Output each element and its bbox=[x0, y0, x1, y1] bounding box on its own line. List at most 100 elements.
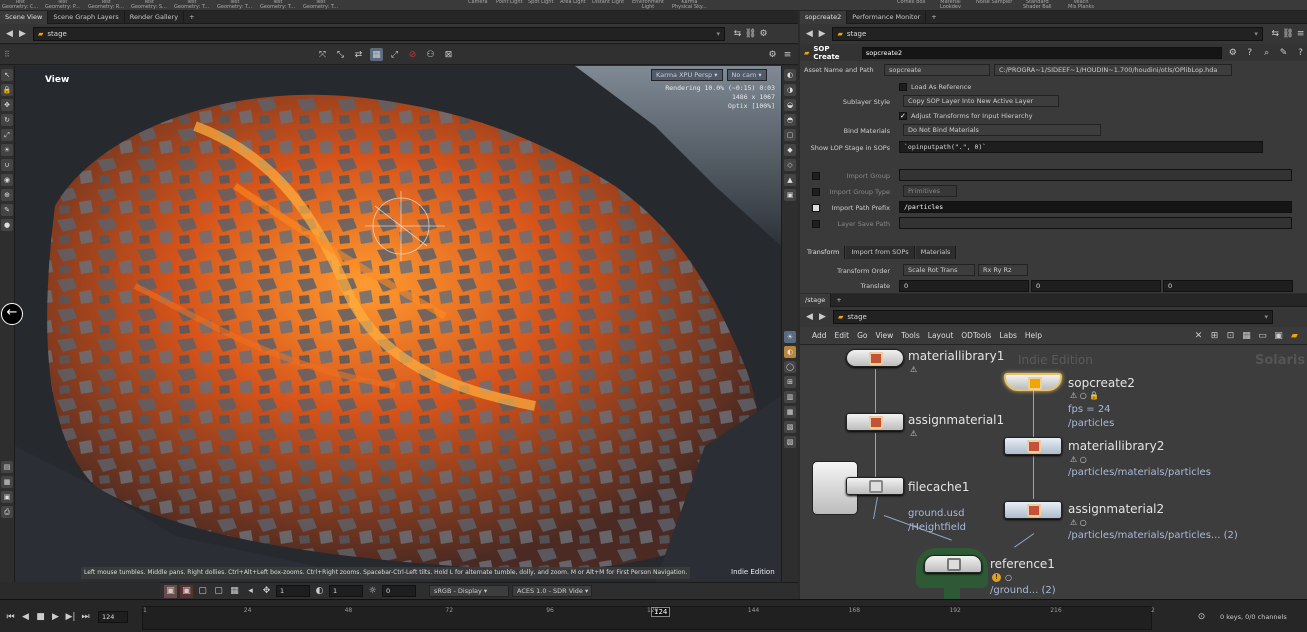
transform-tool-icon[interactable]: ⇄ bbox=[352, 48, 365, 61]
snapshot-b-icon[interactable]: ▣ bbox=[180, 584, 193, 598]
node-reference1[interactable] bbox=[924, 555, 982, 573]
pencil-icon[interactable]: ✎ bbox=[1277, 46, 1290, 59]
toggle-icon-9[interactable]: ▣ bbox=[784, 189, 796, 201]
snapshot-a-icon[interactable]: ▣ bbox=[164, 584, 177, 598]
timeline-track[interactable]: 1 24 1 24 48 72 96 120 144 168 192 216 2 bbox=[142, 606, 1155, 630]
toggle-icon-3[interactable]: ◒ bbox=[784, 99, 796, 111]
help-icon[interactable]: ? bbox=[1243, 46, 1256, 59]
menu-help[interactable]: Help bbox=[1025, 331, 1042, 340]
adjust-transforms-checkbox[interactable]: ✓ bbox=[899, 112, 907, 120]
camera-dropdown[interactable]: No cam ▾ bbox=[726, 69, 767, 81]
snapshot-c-icon[interactable]: ▢ bbox=[196, 585, 209, 598]
shadow-toggle-icon[interactable]: ◐ bbox=[784, 346, 796, 358]
prev-arrow-icon[interactable]: ← bbox=[1, 303, 23, 325]
menu-layout[interactable]: Layout bbox=[928, 331, 954, 340]
node-materiallibrary1[interactable] bbox=[846, 349, 904, 367]
add-tab-button[interactable]: + bbox=[831, 294, 846, 307]
shelf-tool[interactable]: Test Geometry: T... bbox=[303, 0, 338, 10]
sphere-icon[interactable]: ● bbox=[1, 219, 13, 231]
renderer-dropdown[interactable]: Karma XPU Persp ▾ bbox=[651, 69, 723, 81]
path-field[interactable]: ▰ stage ▾ bbox=[833, 310, 1273, 324]
scene-viewport[interactable]: View Karma XPU Persp ▾ No cam ▾ Renderin… bbox=[15, 66, 781, 582]
shelf-tool[interactable]: Test Geometry: C... bbox=[2, 0, 38, 10]
view-icon[interactable]: ▤ bbox=[1, 461, 13, 473]
sticky-icon[interactable]: ▭ bbox=[1256, 329, 1269, 342]
menu-edit[interactable]: Edit bbox=[835, 331, 850, 340]
shelf-tool[interactable]: Environment Light bbox=[632, 0, 664, 10]
link-icon[interactable]: ⛓ bbox=[1282, 28, 1295, 41]
contrast-icon[interactable]: ◐ bbox=[313, 585, 326, 598]
tab-scene-view[interactable]: Scene View bbox=[0, 10, 49, 24]
shelf-tool[interactable]: Test Geometry: S... bbox=[131, 0, 167, 10]
display-icon[interactable]: ▣ bbox=[1, 491, 13, 503]
handle-tool-icon[interactable]: ⤢ bbox=[388, 48, 401, 61]
shelf-tool[interactable]: Karma Physical Sky... bbox=[672, 0, 707, 10]
chevron-down-icon[interactable]: ▾ bbox=[1264, 313, 1268, 321]
menu-odtools[interactable]: ODTools bbox=[961, 331, 991, 340]
sublayer-dropdown[interactable]: Copy SOP Layer Into New Active Layer bbox=[903, 95, 1059, 107]
gamma-icon[interactable]: ☼ bbox=[366, 585, 379, 598]
record-icon[interactable]: ⊘ bbox=[406, 48, 419, 61]
shelf-tool[interactable]: Standard Shader Ball bbox=[1023, 0, 1052, 10]
import-group-type-dropdown[interactable]: Primitives bbox=[903, 185, 957, 197]
node-name-field[interactable]: sopcreate2 bbox=[861, 46, 1223, 59]
grid-icon[interactable]: ▦ bbox=[1240, 329, 1253, 342]
forward-icon[interactable]: ▶ bbox=[816, 311, 829, 324]
menu-tools[interactable]: Tools bbox=[901, 331, 919, 340]
path-field[interactable]: ▰ stage ▾ bbox=[33, 26, 725, 41]
jump-start-icon[interactable]: ⏮ bbox=[4, 610, 17, 623]
toggle-icon-7[interactable]: ◇ bbox=[784, 159, 796, 171]
toggle-icon-17[interactable]: ▨ bbox=[784, 436, 796, 448]
toggle-icon-6[interactable]: ◆ bbox=[784, 144, 796, 156]
sample-field-3[interactable]: 0 bbox=[382, 585, 416, 597]
menu-icon[interactable]: ≡ bbox=[1294, 28, 1307, 41]
subtab-transform[interactable]: Transform bbox=[802, 246, 846, 259]
aces-dropdown[interactable]: ACES 1.0 - SDR Vide ▾ bbox=[512, 585, 592, 597]
colorspace-dropdown[interactable]: sRGB - Display ▾ bbox=[429, 585, 509, 597]
select-tool-icon[interactable]: ⤧ bbox=[316, 48, 329, 61]
layer-save-field[interactable] bbox=[899, 217, 1292, 229]
asset-path-dropdown[interactable]: C:/PROGRA~1/SIDEEF~1/HOUDIN~1.700/houdin… bbox=[994, 64, 1232, 76]
node-assignmaterial1[interactable] bbox=[846, 413, 904, 431]
sample-field-1[interactable]: 1 bbox=[276, 585, 310, 597]
sample-field-2[interactable]: 1 bbox=[329, 585, 363, 597]
snapshot-d-icon[interactable]: ▢ bbox=[212, 585, 225, 598]
back-icon[interactable]: ◀ bbox=[803, 311, 816, 324]
chevron-down-icon[interactable]: ▾ bbox=[716, 30, 720, 38]
layout-icon[interactable]: ⊞ bbox=[1208, 329, 1221, 342]
snapshot-icon[interactable]: ⊠ bbox=[442, 48, 455, 61]
toggle-icon-1[interactable]: ◐ bbox=[784, 69, 796, 81]
shelf-tool[interactable]: Test Geometry: P... bbox=[45, 0, 80, 10]
tab-sopcreate2[interactable]: sopcreate2 bbox=[800, 10, 848, 24]
shelf-tool[interactable]: Cornell Box bbox=[897, 0, 925, 5]
tab-scene-graph-layers[interactable]: Scene Graph Layers bbox=[48, 10, 125, 24]
snap-tool-icon[interactable]: ▦ bbox=[370, 48, 383, 61]
menu-labs[interactable]: Labs bbox=[999, 331, 1016, 340]
move-icon[interactable]: ✥ bbox=[1, 99, 13, 111]
grid-view-icon[interactable]: ▦ bbox=[228, 585, 241, 598]
shelf-tool[interactable]: Camera bbox=[468, 0, 488, 5]
subtab-materials[interactable]: Materials bbox=[915, 246, 957, 259]
image-icon[interactable]: ▣ bbox=[1272, 329, 1285, 342]
forward-icon[interactable]: ▶ bbox=[816, 28, 829, 41]
show-lop-field[interactable]: `opinputpath(".", 0)` bbox=[899, 141, 1263, 153]
shelf-tool[interactable]: Noise Sampler bbox=[976, 0, 1012, 5]
pin-icon[interactable]: ⇆ bbox=[1269, 28, 1282, 41]
node-sopcreate2[interactable] bbox=[1004, 373, 1062, 391]
shelf-tool[interactable]: Distant Light bbox=[592, 0, 624, 5]
channel-icon[interactable]: ⊙ bbox=[1195, 610, 1208, 623]
step-forward-icon[interactable]: ▶| bbox=[64, 610, 77, 623]
pin-icon[interactable]: ⇆ bbox=[731, 27, 744, 40]
shelf-tool[interactable]: Material Lookdev bbox=[940, 0, 961, 10]
jump-end-icon[interactable]: ⏭ bbox=[79, 610, 92, 623]
menu-view[interactable]: View bbox=[875, 331, 893, 340]
shelf-tool[interactable]: Spot Light bbox=[528, 0, 553, 5]
light-icon[interactable]: ☀ bbox=[1, 144, 13, 156]
lock-icon[interactable]: 🔒 bbox=[1, 84, 13, 96]
toggle-icon-16[interactable]: ▧ bbox=[784, 421, 796, 433]
node-assignmaterial2[interactable] bbox=[1004, 501, 1062, 519]
wrench-icon[interactable]: ✕ bbox=[1192, 329, 1205, 342]
import-group-field[interactable] bbox=[899, 169, 1292, 181]
translate-x-field[interactable]: 0 bbox=[899, 280, 1029, 292]
shelf-tool[interactable]: Point Light bbox=[496, 0, 522, 5]
